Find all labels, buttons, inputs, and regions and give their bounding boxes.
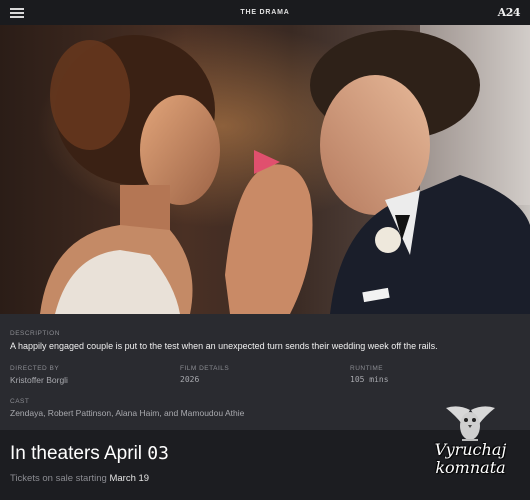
watermark-line2: komnata: [435, 458, 506, 477]
release-date: 03: [147, 443, 169, 464]
director-block: DIRECTED BY Kristoffer Borgli: [10, 365, 180, 385]
runtime-label: RUNTIME: [350, 365, 384, 372]
details-row: DIRECTED BY Kristoffer Borgli FILM DETAI…: [10, 365, 520, 385]
description-text: A happily engaged couple is put to the t…: [10, 341, 438, 351]
watermark-line1: Vyruchaj: [434, 440, 507, 459]
tickets-prefix: Tickets on sale starting: [10, 473, 110, 484]
runtime-value: 105 mins: [350, 375, 389, 384]
directed-by-label: DIRECTED BY: [10, 365, 60, 372]
runtime-block: RUNTIME 105 mins: [350, 365, 520, 385]
director-value: Kristoffer Borgli: [10, 375, 68, 385]
page-title: THE DRAMA: [240, 9, 290, 16]
top-bar: THE DRAMA A24: [0, 0, 530, 25]
hero-image: [0, 25, 530, 314]
a24-logo[interactable]: A24: [498, 6, 521, 19]
film-details-block: FILM DETAILS 2026: [180, 365, 350, 385]
hamburger-menu-icon[interactable]: [10, 8, 24, 18]
watermark-logo: Vyruchaj komnata: [418, 402, 523, 484]
tickets-date: March 19: [109, 473, 150, 484]
film-details-label: FILM DETAILS: [180, 365, 230, 372]
year-value: 2026: [180, 375, 200, 384]
play-icon[interactable]: [252, 148, 282, 176]
description-label: DESCRIPTION: [10, 330, 60, 337]
release-prefix: In theaters April: [10, 443, 148, 464]
play-triangle: [254, 150, 280, 174]
